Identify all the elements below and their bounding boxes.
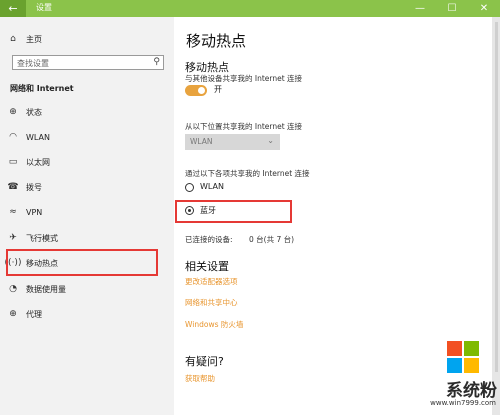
scrollbar-thumb[interactable]	[495, 22, 498, 372]
share-from-dropdown[interactable]: WLAN ⌄	[185, 134, 280, 150]
dialup-icon: ☎	[7, 182, 19, 192]
page-title: 移动热点	[186, 32, 247, 50]
sidebar-item-status[interactable]: ⊕ 状态	[0, 101, 174, 123]
proxy-globe-icon: ⊕	[9, 309, 17, 319]
sidebar-item-vpn[interactable]: ≈ VPN	[0, 201, 174, 223]
highlight-box-hotspot	[6, 249, 158, 276]
radio-wlan-label: WLAN	[200, 182, 225, 191]
connected-devices-label: 已连接的设备:	[185, 235, 233, 244]
hotspot-description: 与其他设备共享我的 Internet 连接	[185, 74, 303, 83]
wifi-icon: ◠	[9, 132, 17, 142]
globe-icon: ⊕	[9, 107, 17, 117]
related-settings-heading: 相关设置	[185, 260, 229, 273]
watermark-text: 系统粉	[446, 381, 497, 401]
sidebar-item-dialup[interactable]: ☎ 拨号	[0, 176, 174, 198]
vpn-icon: ≈	[9, 207, 17, 217]
sidebar-item-label: 飞行模式	[26, 233, 58, 243]
data-usage-icon: ◔	[9, 284, 17, 294]
sidebar-item-label: 状态	[26, 107, 42, 117]
sidebar-item-label: 数据使用量	[26, 284, 66, 294]
sidebar-item-label: WLAN	[26, 132, 51, 142]
search-placeholder: 查找设置	[17, 59, 49, 68]
airplane-icon: ✈	[9, 233, 17, 243]
share-from-label: 从以下位置共享我的 Internet 连接	[185, 122, 303, 131]
windows-logo-icon	[447, 341, 479, 373]
sidebar-item-label: VPN	[26, 207, 43, 217]
sidebar-section-title: 网络和 Internet	[10, 84, 74, 93]
close-icon: ✕	[479, 3, 489, 14]
help-heading: 有疑问?	[185, 355, 224, 368]
minimize-button[interactable]: —	[404, 0, 436, 17]
link-adapter-options[interactable]: 更改适配器选项	[185, 276, 238, 287]
highlight-box-bluetooth	[175, 200, 292, 223]
connected-devices-value: 0 台(共 7 台)	[249, 235, 295, 244]
sidebar-item-data-usage[interactable]: ◔ 数据使用量	[0, 278, 174, 300]
sidebar-item-airplane[interactable]: ✈ 飞行模式	[0, 227, 174, 249]
chevron-down-icon: ⌄	[267, 136, 274, 145]
sidebar-item-label: 代理	[26, 309, 42, 319]
sidebar-item-proxy[interactable]: ⊕ 代理	[0, 303, 174, 325]
sidebar-home-label: 主页	[26, 34, 42, 44]
maximize-icon: ☐	[447, 3, 457, 14]
search-input[interactable]: 查找设置 ⚲	[12, 55, 164, 70]
maximize-button[interactable]: ☐	[436, 0, 468, 17]
close-button[interactable]: ✕	[468, 0, 500, 17]
ethernet-icon: ▭	[8, 157, 18, 167]
hotspot-toggle[interactable]	[185, 85, 207, 96]
sidebar-home[interactable]: ⌂ 主页	[0, 28, 174, 50]
link-get-help[interactable]: 获取帮助	[185, 373, 215, 384]
sidebar-item-wlan[interactable]: ◠ WLAN	[0, 126, 174, 148]
search-icon: ⚲	[153, 57, 160, 67]
link-windows-firewall[interactable]: Windows 防火墙	[185, 319, 243, 330]
back-button[interactable]: ←	[0, 0, 26, 17]
home-icon: ⌂	[10, 34, 16, 44]
watermark-url: www.win7999.com	[430, 399, 496, 407]
window-title: 设置	[36, 3, 52, 12]
sidebar-item-label: 拨号	[26, 182, 42, 192]
sidebar-item-ethernet[interactable]: ▭ 以太网	[0, 151, 174, 173]
minimize-icon: —	[415, 3, 425, 14]
share-over-label: 通过以下各项共享我的 Internet 连接	[185, 169, 310, 178]
hotspot-toggle-state: 开	[214, 85, 222, 94]
radio-wlan[interactable]	[185, 183, 194, 192]
title-bar: ← 设置 — ☐ ✕	[0, 0, 500, 17]
link-network-sharing-center[interactable]: 网络和共享中心	[185, 297, 238, 308]
share-from-value: WLAN	[190, 137, 213, 146]
sidebar-item-label: 以太网	[26, 157, 50, 167]
back-arrow-icon: ←	[8, 2, 18, 15]
